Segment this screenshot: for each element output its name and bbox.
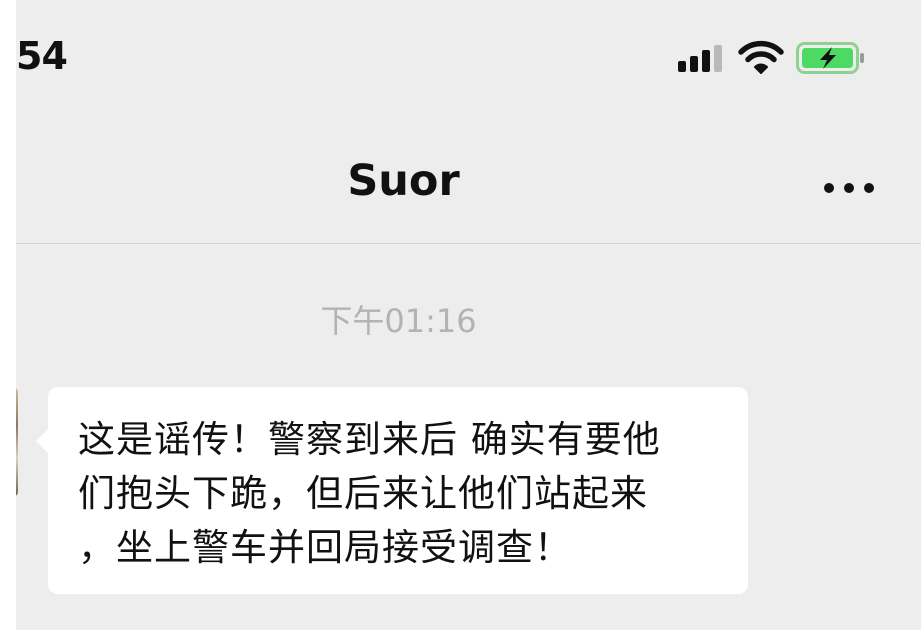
message-line: 们抱头下跪，但后来让他们站起来 — [78, 472, 648, 515]
status-time: 54 — [16, 34, 68, 78]
message-line: 这是谣传！警察到来后 确实有要他 — [78, 418, 661, 461]
wifi-icon — [738, 40, 784, 74]
message-timestamp: 下午01:16 — [320, 302, 477, 340]
chat-screen: 54 Suor 下午01:16 这是谣传！警察到来后 确实有要他 们抱头下跪，但… — [16, 0, 921, 630]
nav-divider — [16, 243, 921, 244]
more-dots-icon[interactable] — [824, 183, 876, 195]
message-bubble[interactable]: 这是谣传！警察到来后 确实有要他 们抱头下跪，但后来让他们站起来 ，坐上警车并回… — [36, 387, 748, 594]
message-text: 这是谣传！警察到来后 确实有要他 们抱头下跪，但后来让他们站起来 ，坐上警车并回… — [78, 413, 738, 575]
chat-title: Suor — [347, 156, 460, 206]
cellular-signal-icon — [678, 44, 724, 72]
message-line: ，坐上警车并回局接受调查！ — [78, 526, 572, 569]
battery-charging-icon — [796, 42, 864, 74]
avatar[interactable] — [16, 388, 18, 496]
